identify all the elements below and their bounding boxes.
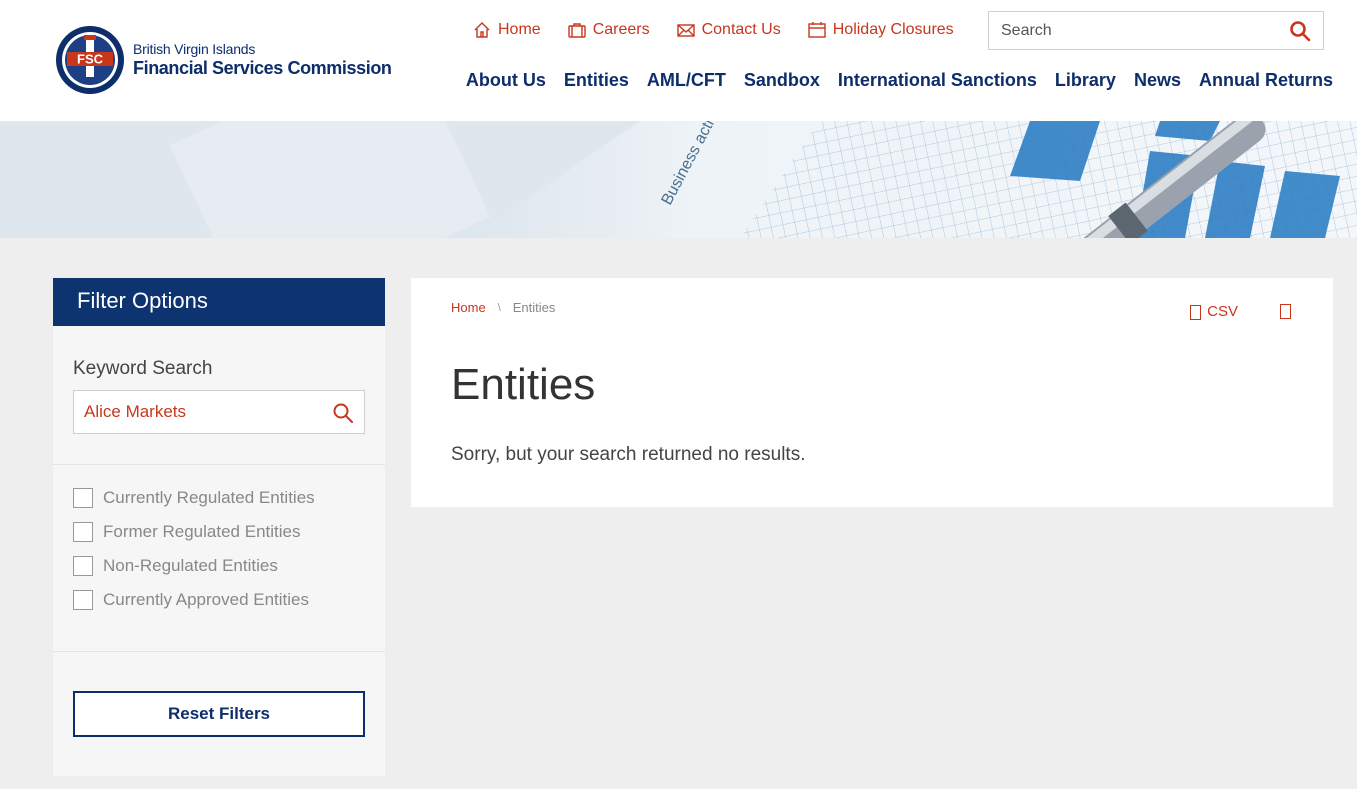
- breadcrumb-home[interactable]: Home: [451, 300, 486, 315]
- util-contact-label: Contact Us: [701, 21, 781, 38]
- sidebar-divider: [53, 464, 385, 465]
- brand-line-2: Financial Services Commission: [133, 57, 392, 78]
- filter-former-regulated[interactable]: Former Regulated Entities: [73, 522, 300, 542]
- export-tools: CSV: [1190, 302, 1291, 320]
- checkbox-currently-regulated[interactable]: [73, 488, 93, 508]
- nav-annual-returns[interactable]: Annual Returns: [1199, 70, 1333, 91]
- main-nav: About Us Entities AML/CFT Sandbox Intern…: [448, 70, 1333, 91]
- hero-image: Business activ: [0, 121, 1357, 238]
- breadcrumb: Home \ Entities: [451, 300, 555, 315]
- nav-sandbox[interactable]: Sandbox: [744, 70, 820, 91]
- keyword-search-icon[interactable]: [332, 402, 354, 424]
- no-results-message: Sorry, but your search returned no resul…: [451, 444, 806, 465]
- brand-line-1: British Virgin Islands: [133, 40, 256, 57]
- hero-banner: Business activ: [0, 121, 1357, 238]
- briefcase-icon: [567, 23, 586, 38]
- util-home-link[interactable]: Home: [472, 20, 541, 40]
- filter-label: Non-Regulated Entities: [103, 556, 278, 575]
- keyword-search-box: [73, 390, 365, 434]
- util-careers-link[interactable]: Careers: [567, 20, 650, 40]
- csv-export-button[interactable]: CSV: [1190, 302, 1238, 320]
- print-icon[interactable]: [1280, 303, 1291, 319]
- search-icon[interactable]: [1289, 20, 1311, 42]
- calendar-icon: [808, 22, 826, 38]
- reset-filters-button[interactable]: Reset Filters: [73, 691, 365, 737]
- nav-entities[interactable]: Entities: [564, 70, 629, 91]
- nav-news[interactable]: News: [1134, 70, 1181, 91]
- util-contact-link[interactable]: Contact Us: [676, 20, 781, 40]
- checkbox-currently-approved[interactable]: [73, 590, 93, 610]
- breadcrumb-current: Entities: [512, 300, 556, 315]
- site-search: [988, 11, 1324, 50]
- keyword-search-label: Keyword Search: [73, 358, 213, 379]
- document-icon: [1190, 305, 1202, 320]
- home-icon: [474, 22, 490, 38]
- util-holiday-label: Holiday Closures: [832, 21, 954, 38]
- site-search-input[interactable]: [989, 21, 1279, 40]
- util-holiday-link[interactable]: Holiday Closures: [807, 20, 954, 40]
- fsc-seal-icon: FSC: [56, 26, 124, 94]
- site-logo[interactable]: FSC British Virgin Islands Financial Ser…: [55, 25, 392, 95]
- seal-lettering: FSC: [77, 52, 104, 67]
- filter-sidebar: Filter Options Keyword Search Currently …: [53, 278, 385, 776]
- nav-library[interactable]: Library: [1055, 70, 1116, 91]
- filter-options-title: Filter Options: [53, 278, 385, 326]
- filter-label: Currently Approved Entities: [103, 590, 309, 609]
- nav-aml-cft[interactable]: AML/CFT: [647, 70, 726, 91]
- nav-about-us[interactable]: About Us: [466, 70, 546, 91]
- filter-label: Former Regulated Entities: [103, 522, 301, 541]
- envelope-icon: [676, 24, 695, 37]
- keyword-search-input[interactable]: [74, 391, 324, 433]
- filter-currently-approved[interactable]: Currently Approved Entities: [73, 590, 309, 610]
- util-home-label: Home: [498, 21, 541, 38]
- filter-label: Currently Regulated Entities: [103, 488, 315, 507]
- checkbox-non-regulated[interactable]: [73, 556, 93, 576]
- nav-international-sanctions[interactable]: International Sanctions: [838, 70, 1037, 91]
- filter-currently-regulated[interactable]: Currently Regulated Entities: [73, 488, 315, 508]
- filter-non-regulated[interactable]: Non-Regulated Entities: [73, 556, 278, 576]
- site-header: FSC British Virgin Islands Financial Ser…: [0, 0, 1357, 121]
- page-title: Entities: [451, 360, 596, 409]
- results-panel: Home \ Entities CSV Entities Sorry, but …: [411, 278, 1333, 507]
- csv-label: CSV: [1207, 302, 1238, 320]
- breadcrumb-separator: \: [497, 301, 501, 314]
- sidebar-divider: [53, 651, 385, 652]
- utility-nav: Home Careers Contact Us Holiday Closures: [472, 20, 980, 40]
- util-careers-label: Careers: [592, 21, 650, 38]
- checkbox-former-regulated[interactable]: [73, 522, 93, 542]
